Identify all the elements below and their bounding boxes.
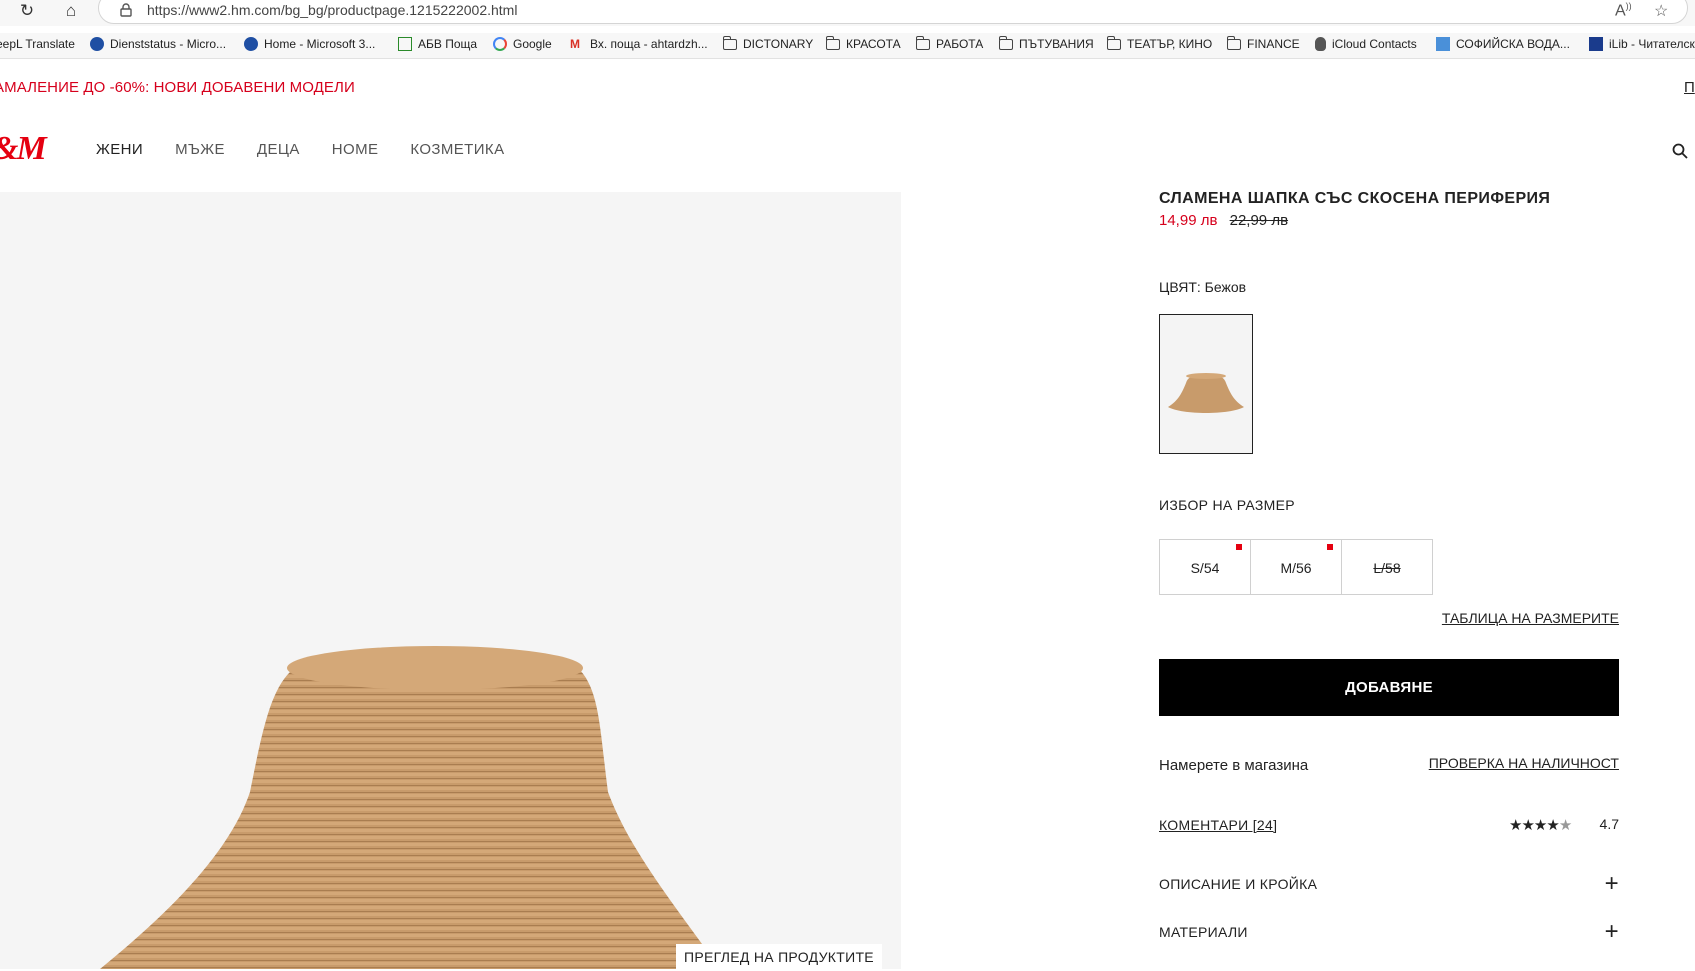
star-icon: ★ [1509,817,1522,834]
folder-icon [916,35,930,50]
water-icon [1436,37,1450,51]
size-chart-link[interactable]: ТАБЛИЦА НА РАЗМЕРИТЕ [1442,610,1619,626]
bookmark-dictonary[interactable]: DICTONARY [723,35,813,51]
gmail-icon: M [570,37,580,51]
product-title: СЛАМЕНА ШАПКА СЪС СКОСЕНА ПЕРИФЕРИЯ [1159,190,1551,207]
house-icon [398,37,412,51]
hm-logo[interactable]: &M [0,130,47,168]
price-row: 14,99 лв 22,99 лв [1159,212,1619,229]
star-icon: ★ [1533,817,1547,834]
bookmark-patuvania[interactable]: ПЪТУВАНИЯ [999,35,1094,51]
reviews-link[interactable]: КОМЕНТАРИ [24] [1159,817,1277,833]
star-icon: ★ [1521,817,1534,834]
main-nav: ЖЕНИ МЪЖЕ ДЕЦА HOME КОЗМЕТИКА [96,141,536,158]
address-bar[interactable]: https://www2.hm.com/bg_bg/productpage.12… [98,0,1688,24]
size-option-l58[interactable]: L/58 [1341,539,1433,595]
bookmarks-bar: eepL Translate Dienststatus - Micro... H… [0,33,1695,59]
bookmark-ilib[interactable]: iLib - Читателск [1589,37,1695,51]
old-price: 22,99 лв [1229,212,1289,229]
lock-icon[interactable] [119,3,133,17]
accordion-materials-label: МАТЕРИАЛИ [1159,924,1248,940]
accordion-description[interactable]: ОПИСАНИЕ И КРОЙКА + [1159,872,1619,896]
ms-admin-icon [90,37,104,51]
reload-icon[interactable]: ↻ [16,0,38,22]
folder-icon [1227,35,1241,50]
google-icon [493,37,507,51]
apple-icon [1315,37,1326,51]
bookmark-google[interactable]: Google [493,37,552,51]
bookmark-icloud[interactable]: iCloud Contacts [1315,37,1417,51]
add-to-bag-button[interactable]: ДОБАВЯНЕ [1159,659,1619,716]
hat-thumbnail [1168,373,1244,413]
star-half-icon: ★ [1558,817,1572,834]
size-option-label: L/58 [1373,560,1401,576]
product-overview-button[interactable]: ПРЕГЛЕД НА ПРОДУКТИТЕ [676,944,882,969]
bookmark-teatar-kino[interactable]: ТЕАТЪР, КИНО [1107,35,1212,51]
few-left-indicator [1236,544,1242,550]
star-icon: ★ [1546,817,1559,834]
nav-item-kids[interactable]: ДЕЦА [257,141,300,158]
bookmark-microsoft[interactable]: Home - Microsoft 3... [244,37,375,51]
size-option-m56[interactable]: M/56 [1250,539,1342,595]
read-aloud-icon[interactable]: A)) [1615,1,1632,20]
ms-admin-icon [244,37,258,51]
plus-icon[interactable]: + [1605,872,1619,896]
size-options: S/54 M/56 L/58 [1159,539,1433,595]
size-option-label: M/56 [1280,560,1312,576]
url-text[interactable]: https://www2.hm.com/bg_bg/productpage.12… [147,2,517,18]
size-option-s54[interactable]: S/54 [1159,539,1251,595]
search-icon[interactable] [1672,143,1688,159]
bookmark-rabota[interactable]: РАБОТА [916,35,983,51]
promo-right-link[interactable]: П [1684,79,1695,96]
nav-item-cosmetics[interactable]: КОЗМЕТИКА [410,141,504,158]
color-label: ЦВЯТ: Бежов [1159,279,1247,295]
folder-icon [826,35,840,50]
bookmark-gmail[interactable]: M Вх. поща - ahtardzh... [570,37,708,51]
browser-toolbar: ↻ ⌂ https://www2.hm.com/bg_bg/productpag… [0,0,1695,26]
size-selector-label: ИЗБОР НА РАЗМЕР [1159,497,1295,513]
accordion-description-label: ОПИСАНИЕ И КРОЙКА [1159,876,1318,892]
nav-item-women[interactable]: ЖЕНИ [96,141,143,158]
sale-price: 14,99 лв [1159,212,1218,229]
find-in-store-label: Намерете в магазина [1159,757,1309,774]
size-option-label: S/54 [1190,560,1220,576]
straw-hat-image [100,646,720,969]
accordion-materials[interactable]: МАТЕРИАЛИ + [1159,920,1619,944]
rating-stars: ★★★★★ [1509,816,1572,834]
bookmark-dienststatus[interactable]: Dienststatus - Micro... [90,37,226,51]
bookmark-finance[interactable]: FINANCE [1227,35,1300,51]
color-swatch-beige[interactable] [1159,314,1253,454]
bookmark-deepl[interactable]: eepL Translate [0,37,75,51]
product-info-panel: СЛАМЕНА ШАПКА СЪС СКОСЕНА ПЕРИФЕРИЯ 14,9… [1159,190,1619,944]
product-image[interactable] [0,192,901,969]
check-availability-link[interactable]: ПРОВЕРКА НА НАЛИЧНОСТ [1429,755,1619,771]
bookmark-sofiyska-voda[interactable]: СОФИЙСКА ВОДА... [1436,37,1570,51]
nav-item-home[interactable]: HOME [332,141,379,158]
star-outline-icon[interactable]: ☆ [1654,1,1668,21]
bookmark-krasota[interactable]: КРАСОТА [826,35,901,51]
bookmark-abv[interactable]: АБВ Поща [398,37,477,51]
few-left-indicator [1327,544,1333,550]
home-icon[interactable]: ⌂ [60,0,82,22]
ilib-icon [1589,37,1603,51]
rating-value: 4.7 [1599,816,1619,832]
folder-icon [723,35,737,50]
folder-icon [1107,35,1121,50]
promo-banner[interactable]: АМАЛЕНИЕ ДО -60%: НОВИ ДОБАВЕНИ МОДЕЛИ [0,79,355,96]
nav-item-men[interactable]: МЪЖЕ [175,141,225,158]
folder-icon [999,35,1013,50]
plus-icon[interactable]: + [1605,920,1619,944]
